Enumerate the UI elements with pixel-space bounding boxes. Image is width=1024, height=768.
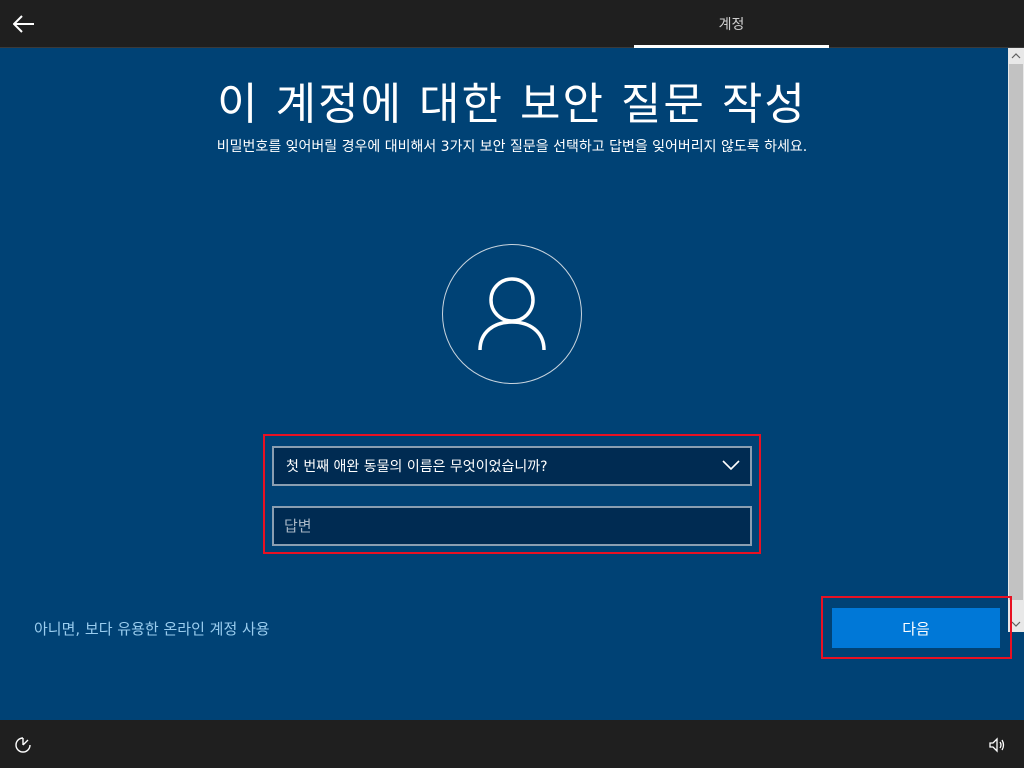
scroll-up-icon bbox=[1011, 53, 1021, 59]
page-title: 이 계정에 대한 보안 질문 작성 bbox=[217, 79, 807, 130]
security-question-dropdown[interactable]: 첫 번째 애완 동물의 이름은 무엇이었습니까? bbox=[272, 446, 752, 486]
back-button[interactable] bbox=[6, 6, 42, 42]
tab-account[interactable]: 계정 bbox=[634, 0, 829, 48]
bottom-bar bbox=[0, 720, 1024, 768]
avatar bbox=[442, 244, 582, 384]
volume-icon[interactable] bbox=[988, 736, 1006, 754]
online-account-link[interactable]: 아니면, 보다 유용한 온라인 계정 사용 bbox=[34, 618, 270, 639]
page-subtitle: 비밀번호를 잊어버릴 경우에 대비해서 3가지 보안 질문을 선택하고 답변을 … bbox=[216, 139, 808, 155]
next-button[interactable]: 다음 bbox=[832, 608, 1000, 648]
back-arrow-icon bbox=[13, 15, 34, 33]
security-question-value: 첫 번째 애완 동물의 이름은 무엇이었습니까? bbox=[286, 459, 548, 475]
scroll-up-button[interactable] bbox=[1008, 48, 1024, 64]
answer-field[interactable] bbox=[272, 506, 752, 546]
chevron-down-icon bbox=[722, 460, 740, 471]
top-bar: 계정 bbox=[0, 0, 1024, 48]
ease-of-access-icon[interactable] bbox=[14, 736, 32, 754]
scroll-down-icon bbox=[1011, 621, 1021, 627]
user-icon bbox=[478, 277, 546, 351]
answer-input[interactable] bbox=[274, 508, 750, 544]
